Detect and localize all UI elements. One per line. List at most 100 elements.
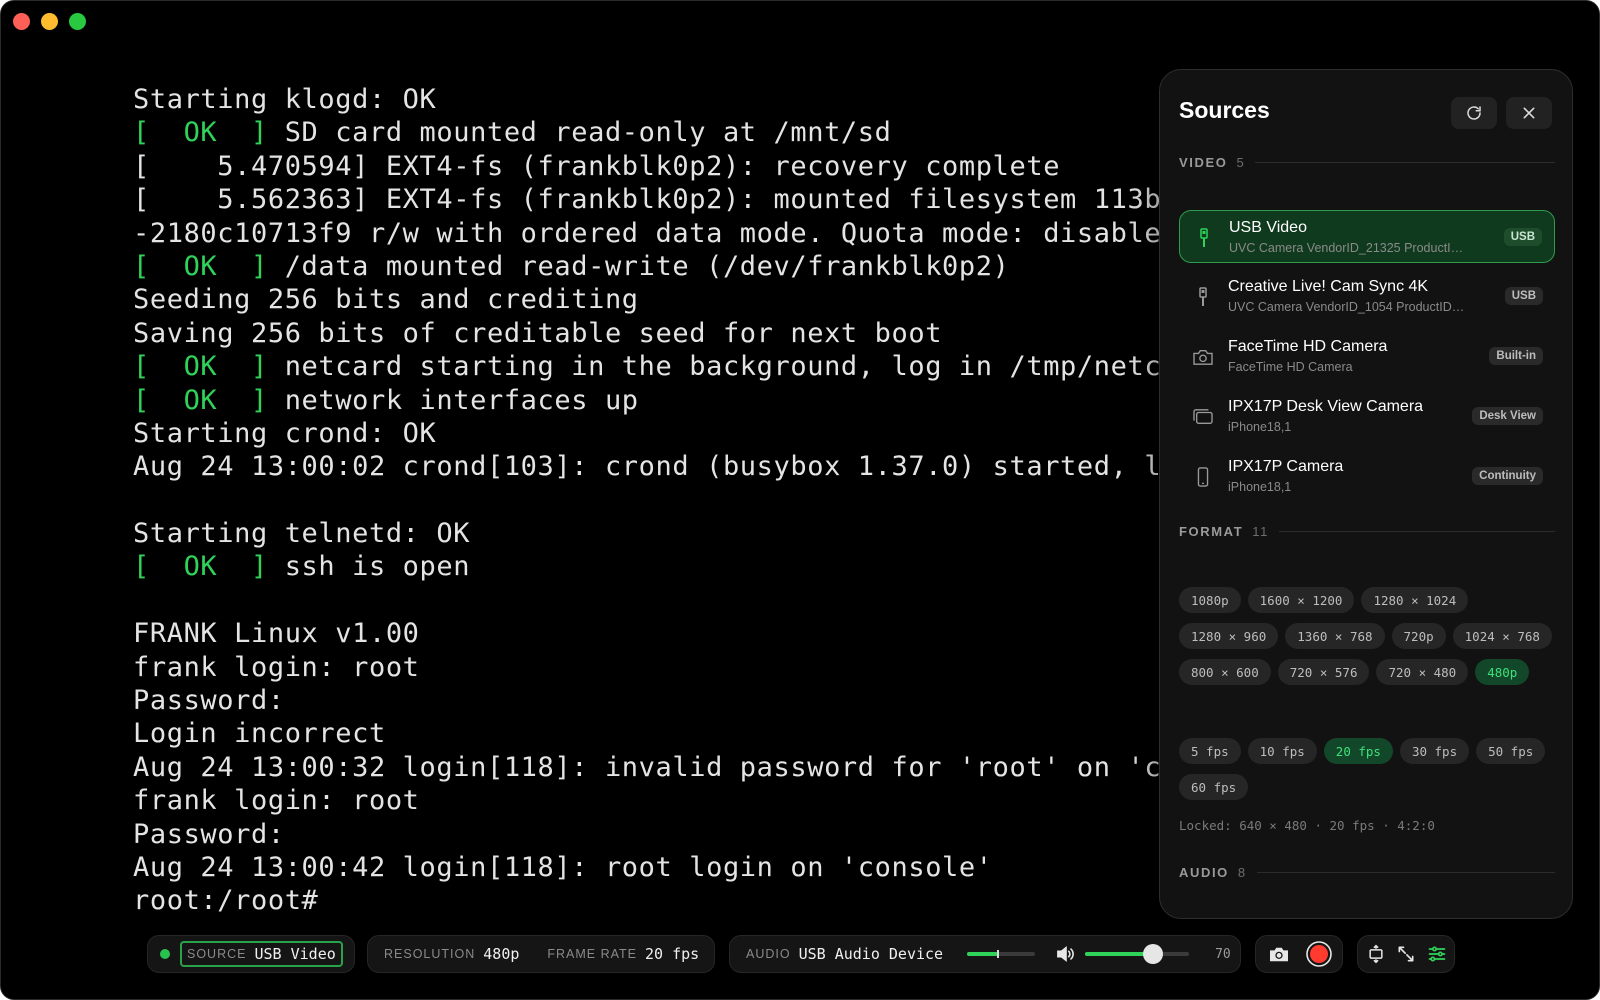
- camera-icon: [1270, 947, 1288, 962]
- fit-screen-button[interactable]: [1363, 937, 1389, 971]
- video-device-item[interactable]: IPX17P Camera iPhone18,1 Continuity: [1179, 450, 1555, 503]
- format-section-label: FORMAT: [1179, 524, 1244, 539]
- audio-value[interactable]: USB Audio Device: [799, 945, 944, 963]
- usb-connector-icon: [1191, 285, 1215, 309]
- device-name: Creative Live! Cam Sync 4K: [1228, 278, 1429, 295]
- resolution-chip[interactable]: 720 × 480: [1376, 659, 1469, 685]
- resolution-chip[interactable]: 720 × 576: [1277, 659, 1370, 685]
- resolution-chip[interactable]: 1280 × 960: [1179, 623, 1279, 649]
- video-device-item[interactable]: USB Video UVC Camera VendorID_21325 Produ…: [1179, 210, 1555, 263]
- terminal-line: [ OK ] netcard starting in the backgroun…: [133, 350, 1163, 383]
- snapshot-button[interactable]: [1262, 937, 1296, 971]
- format-pill[interactable]: RESOLUTION 480p FRAME RATE 20 fps: [367, 935, 715, 973]
- terminal-text: Saving 256 bits of creditable seed for n…: [133, 317, 943, 349]
- terminal-text: frank login: root: [133, 785, 420, 817]
- terminal-line: [ 5.562363] EXT4-fs (frankblk0p2): mount…: [133, 183, 1163, 216]
- resolution-chip[interactable]: 1080p: [1179, 587, 1241, 613]
- terminal-line: frank login: root: [133, 784, 1163, 817]
- record-icon: [1306, 941, 1332, 967]
- traffic-lights: [13, 13, 86, 30]
- audio-pill: AUDIO USB Audio Device 70: [729, 935, 1241, 973]
- terminal-line: FRANK Linux v1.00: [133, 617, 1163, 650]
- close-panel-button[interactable]: [1506, 97, 1552, 129]
- audio-label: AUDIO: [746, 947, 791, 961]
- desk-view-icon: [1191, 405, 1215, 429]
- terminal-line: [ 5.470594] EXT4-fs (frankblk0p2): recov…: [133, 150, 1163, 183]
- frame-rate-label: FRAME RATE: [547, 947, 638, 961]
- terminal-text: FRANK Linux v1.00: [133, 618, 420, 650]
- frame-rate-chip[interactable]: 30 fps: [1399, 738, 1470, 764]
- ok-status-tag: [ OK ]: [133, 351, 268, 383]
- close-icon: [1523, 107, 1535, 119]
- terminal-line: frank login: root: [133, 651, 1163, 684]
- terminal-text: Aug 24 13:00:42 login[118]: root login o…: [133, 851, 993, 883]
- frame-rate-chip[interactable]: 50 fps: [1476, 738, 1546, 764]
- resolution-chip[interactable]: 720p: [1391, 623, 1446, 649]
- video-device-item[interactable]: IPX17P Desk View Camera iPhone18,1 Desk Vi…: [1179, 390, 1555, 443]
- live-status-dot: [160, 949, 170, 959]
- device-subtitle: UVC Camera VendorID_1054 ProductID_...: [1228, 300, 1468, 314]
- resolution-chip[interactable]: 1280 × 1024: [1361, 587, 1469, 613]
- resolution-chip[interactable]: 800 × 600: [1179, 659, 1271, 685]
- device-name: FaceTime HD Camera: [1228, 338, 1388, 355]
- source-selector[interactable]: SOURCE USB Video: [180, 941, 343, 967]
- terminal-line: Saving 256 bits of creditable seed for n…: [133, 317, 1163, 350]
- resolution-chip[interactable]: 1360 × 768: [1285, 623, 1385, 649]
- terminal-line: root:/root#: [133, 884, 1163, 913]
- sources-toggle-button[interactable]: [1424, 937, 1450, 971]
- phone-icon: [1191, 465, 1215, 489]
- frame-rate-chip[interactable]: 5 fps: [1179, 738, 1241, 764]
- device-type-badge: Built-in: [1489, 347, 1543, 365]
- input-level-fill: [967, 952, 998, 956]
- volume-icon[interactable]: [1055, 945, 1077, 963]
- resolution-chip[interactable]: 1024 × 768: [1452, 623, 1552, 649]
- terminal-text: Login incorrect: [133, 718, 386, 750]
- source-value: USB Video: [254, 945, 336, 963]
- terminal-line: Password:: [133, 818, 1163, 851]
- video-section-header: VIDEO 5: [1179, 155, 1555, 170]
- resolution-chip[interactable]: 1600 × 1200: [1247, 587, 1355, 613]
- maximize-window-button[interactable]: [69, 13, 86, 30]
- frame-rate-chip[interactable]: 20 fps: [1323, 738, 1393, 764]
- terminal-text: ssh is open: [267, 551, 471, 583]
- terminal-text: Password:: [133, 685, 285, 717]
- volume-slider[interactable]: [1085, 944, 1190, 964]
- video-count: 5: [1236, 155, 1246, 170]
- volume-value: 70: [1215, 946, 1231, 962]
- fullscreen-button[interactable]: [1393, 937, 1419, 971]
- terminal-line: [ OK ] /data mounted read-write (/dev/fr…: [133, 250, 1163, 283]
- divider: [1256, 872, 1555, 873]
- record-button[interactable]: [1302, 937, 1336, 971]
- video-device-item[interactable]: Creative Live! Cam Sync 4K UVC Camera Ven…: [1179, 270, 1555, 323]
- frame-rate-chip[interactable]: 10 fps: [1247, 738, 1317, 764]
- terminal-text: Aug 24 13:00:02 crond[103]: crond (busyb…: [133, 451, 1163, 483]
- minimize-window-button[interactable]: [41, 13, 58, 30]
- resolution-label: RESOLUTION: [384, 947, 476, 961]
- terminal-text: netcard starting in the background, log …: [267, 351, 1163, 383]
- terminal-line: Password:: [133, 684, 1163, 717]
- terminal-text: Seeding 256 bits and crediting: [133, 284, 639, 316]
- video-device-item[interactable]: FaceTime HD Camera FaceTime HD Camera Buil…: [1179, 330, 1555, 383]
- volume-knob[interactable]: [1142, 944, 1163, 964]
- resolution-chip[interactable]: 480p: [1475, 659, 1530, 685]
- terminal-line: Starting telnetd: OK: [133, 517, 1163, 550]
- terminal-line: Starting klogd: OK: [133, 83, 1163, 116]
- video-device-list: USB Video UVC Camera VendorID_21325 Produ…: [1179, 210, 1555, 510]
- source-pill[interactable]: SOURCE USB Video: [147, 935, 355, 973]
- refresh-button[interactable]: [1451, 97, 1497, 129]
- terminal-line: [ OK ] ssh is open: [133, 550, 1163, 583]
- terminal-text: [ 5.562363] EXT4-fs (frankblk0p2): mount…: [133, 184, 1163, 216]
- terminal-line: [ OK ] network interfaces up: [133, 384, 1163, 417]
- device-type-badge: USB: [1504, 287, 1543, 305]
- terminal-text: Starting klogd: OK: [133, 84, 437, 115]
- fit-screen-icon: [1368, 944, 1383, 964]
- audio-count: 8: [1237, 865, 1247, 880]
- terminal-text: /data mounted read-write (/dev/frankblk0…: [267, 250, 1010, 282]
- view-controls-pill: [1357, 935, 1455, 973]
- frame-rate-chip[interactable]: 60 fps: [1179, 774, 1249, 800]
- usb-connector-icon: [1192, 226, 1216, 250]
- capture-pill: [1255, 935, 1343, 973]
- close-window-button[interactable]: [13, 13, 30, 30]
- device-name: IPX17P Desk View Camera: [1228, 398, 1424, 415]
- expand-icon: [1398, 946, 1414, 962]
